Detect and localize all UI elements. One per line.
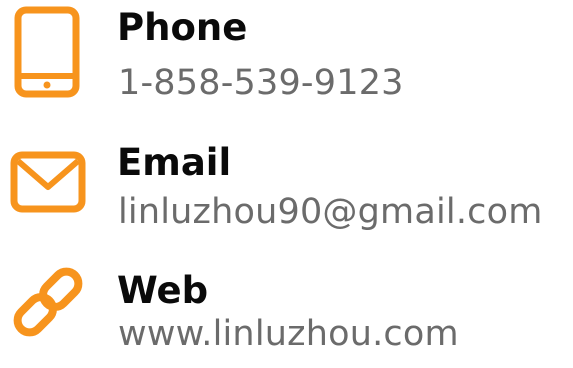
- web-label: Web: [117, 269, 209, 312]
- email-address[interactable]: linluzhou90@gmail.com: [118, 190, 543, 234]
- phone-label: Phone: [117, 6, 248, 49]
- phone-number[interactable]: 1-858-539-9123: [118, 61, 404, 105]
- link-icon: [13, 267, 83, 337]
- contact-phone: Phone 1-858-539-9123: [0, 0, 573, 110]
- phone-icon: [14, 6, 80, 98]
- contact-web: Web www.linluzhou.com: [0, 258, 573, 368]
- website-url[interactable]: www.linluzhou.com: [118, 312, 459, 356]
- email-label: Email: [117, 141, 232, 184]
- contact-email: Email linluzhou90@gmail.com: [0, 138, 573, 248]
- envelope-icon: [10, 151, 86, 213]
